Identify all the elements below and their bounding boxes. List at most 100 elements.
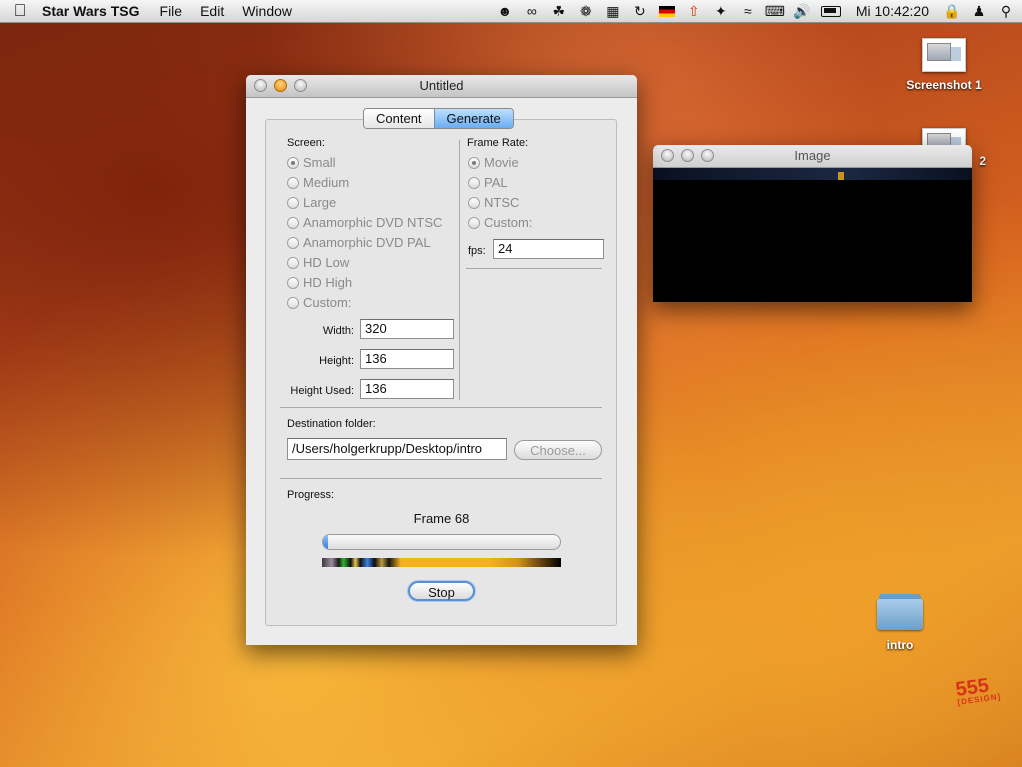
screen-radio-small[interactable]: Small: [287, 155, 336, 170]
image-window-titlebar[interactable]: Image: [653, 145, 972, 168]
folder-body: [877, 599, 923, 630]
folder-icon: [877, 594, 923, 630]
progress-separator: [280, 478, 602, 479]
design-logo: 555 [DESIGN]: [954, 673, 1001, 707]
user-icon[interactable]: ♟: [971, 3, 987, 19]
desktop-icon-intro-folder[interactable]: intro: [870, 594, 930, 652]
frame-rate-radio-custom[interactable]: Custom:: [468, 215, 532, 230]
radio-circle-icon: [287, 196, 299, 209]
destination-separator: [280, 407, 602, 408]
radio-label: Medium: [303, 175, 350, 190]
german-flag-icon[interactable]: [658, 5, 675, 17]
destination-label: Destination folder:: [287, 418, 376, 430]
radio-circle-icon: [468, 176, 480, 189]
main-window-titlebar[interactable]: Untitled: [246, 75, 637, 98]
menu-bar:  Star Wars TSG File Edit Window ☻ ∞ ☘ ❁…: [0, 0, 1022, 23]
screen-radio-medium[interactable]: Medium: [287, 175, 349, 190]
radio-label: Custom:: [484, 215, 533, 230]
radio-circle-icon: [468, 156, 480, 169]
radio-label: Custom:: [303, 295, 352, 310]
image-preview: [653, 168, 972, 302]
frame-rate-radio-movie[interactable]: Movie: [468, 155, 519, 170]
screen-radio-anamorphic-dvd-pal[interactable]: Anamorphic DVD PAL: [287, 235, 431, 250]
window-title: Untitled: [419, 78, 464, 93]
desktop-icon-label: intro: [886, 638, 914, 652]
width-field[interactable]: 320: [360, 319, 454, 339]
screen-radio-anamorphic-dvd-ntsc[interactable]: Anamorphic DVD NTSC: [287, 215, 442, 230]
height-field[interactable]: 136: [360, 349, 454, 369]
height-label: Height:: [319, 355, 354, 367]
choose-button[interactable]: Choose...: [514, 440, 602, 460]
upload-icon[interactable]: ⇧: [686, 3, 702, 19]
paw-icon[interactable]: ❁: [578, 3, 594, 19]
minimize-button[interactable]: [681, 149, 694, 162]
screen-radio-large[interactable]: Large: [287, 195, 336, 210]
wifi-icon[interactable]: ≈: [740, 3, 756, 19]
growl-icon[interactable]: ☻: [497, 3, 513, 19]
destination-path-field[interactable]: /Users/holgerkrupp/Desktop/intro: [287, 438, 507, 460]
frame-color-strip: [322, 558, 561, 567]
volume-icon[interactable]: 🔊: [793, 3, 810, 19]
radio-circle-icon: [468, 196, 480, 209]
tab-generate[interactable]: Generate: [433, 109, 513, 128]
close-button[interactable]: [661, 149, 674, 162]
link-icon[interactable]: ∞: [524, 3, 540, 19]
app-menu[interactable]: Star Wars TSG: [40, 3, 151, 19]
column-separator: [459, 140, 460, 400]
screen-radio-custom[interactable]: Custom:: [287, 295, 351, 310]
screen-radio-hd-low[interactable]: HD Low: [287, 255, 349, 270]
desktop-icon-screenshot-1[interactable]: Screenshot 1: [898, 38, 990, 92]
menu-clock[interactable]: Mi 10:42:20: [852, 3, 933, 19]
image-preview-strip: [653, 168, 972, 180]
bluetooth-icon[interactable]: ✦: [713, 3, 729, 19]
radio-circle-icon: [287, 276, 299, 289]
stop-button[interactable]: Stop: [408, 581, 475, 601]
battery-icon[interactable]: [820, 5, 841, 17]
spotlight-search-icon[interactable]: ⚲: [998, 3, 1014, 19]
menu-extras: ☻ ∞ ☘ ❁ ▦ ↻ ⇧ ✦ ≈ ⌨ 🔊 Mi 10:42:20 🔒 ♟ ⚲: [497, 0, 1014, 22]
frame-rate-radio-pal[interactable]: PAL: [468, 175, 508, 190]
radio-circle-icon: [287, 296, 299, 309]
frame-counter: Frame 68: [413, 511, 470, 526]
desktop-icon-label: Screenshot 1: [906, 78, 982, 92]
frame-rate-radio-ntsc[interactable]: NTSC: [468, 195, 519, 210]
radio-circle-icon: [287, 216, 299, 229]
radio-circle-icon: [287, 176, 299, 189]
sync-box-icon[interactable]: ▦: [605, 3, 621, 19]
minimize-button[interactable]: [274, 79, 287, 92]
height-used-label: Height Used:: [290, 385, 354, 397]
progress-label: Progress:: [287, 489, 335, 501]
frame-rate-label: Frame Rate:: [467, 137, 529, 149]
height-used-field[interactable]: 136: [360, 379, 454, 399]
file-menu[interactable]: File: [151, 3, 192, 19]
image-preview-highlight: [838, 172, 844, 180]
fps-field[interactable]: 24: [493, 239, 604, 259]
zoom-button[interactable]: [294, 79, 307, 92]
radio-label: PAL: [484, 175, 508, 190]
close-button[interactable]: [254, 79, 267, 92]
zoom-button[interactable]: [701, 149, 714, 162]
fps-label: fps:: [468, 245, 486, 257]
tab-control: Content Generate: [363, 108, 514, 129]
image-window-title: Image: [794, 148, 831, 163]
radio-label: Anamorphic DVD NTSC: [303, 215, 443, 230]
radio-label: Movie: [484, 155, 519, 170]
lock-icon[interactable]: 🔒: [943, 3, 960, 19]
progress-bar: [322, 534, 561, 550]
edit-menu[interactable]: Edit: [191, 3, 233, 19]
image-window: Image: [653, 145, 972, 302]
radio-label: Small: [303, 155, 336, 170]
tab-content[interactable]: Content: [364, 109, 434, 128]
screenshot-thumbnail-icon: [922, 38, 966, 72]
apple-menu-icon[interactable]: : [0, 1, 40, 21]
radio-circle-icon: [287, 156, 299, 169]
refresh-icon[interactable]: ↻: [632, 3, 648, 19]
width-label: Width:: [322, 325, 354, 337]
window-menu[interactable]: Window: [233, 3, 301, 19]
ghost-icon[interactable]: ☘: [551, 3, 567, 19]
keyboard-icon[interactable]: ⌨: [765, 3, 785, 19]
radio-circle-icon: [287, 236, 299, 249]
radio-label: Large: [303, 195, 337, 210]
radio-circle-icon: [287, 256, 299, 269]
screen-radio-hd-high[interactable]: HD High: [287, 275, 352, 290]
